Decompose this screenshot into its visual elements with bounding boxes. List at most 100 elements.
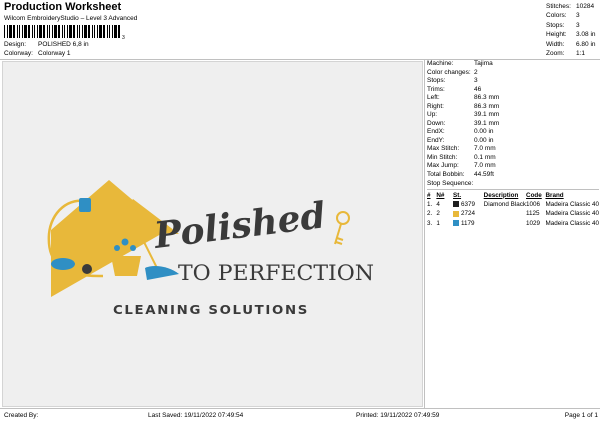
stat-value: 3.08 in: [576, 31, 596, 39]
barcode-bar: [47, 25, 48, 38]
stat-value: 3: [576, 21, 580, 29]
barcode-bar: [73, 25, 75, 38]
row-number: 2.: [427, 210, 433, 218]
barcode-bar: [79, 25, 80, 38]
machine-info-panel: Machine: Tajima Color changes: 2 Stops: 3 Trim…: [427, 60, 599, 228]
barcode-bar: [64, 25, 65, 38]
color-swatch: [453, 201, 460, 208]
barcode-bar: [43, 25, 45, 38]
barcode-bar: [109, 25, 110, 38]
machine-info-list: Machine: Tajima Color changes: 2 Stops: 3 Trim…: [427, 60, 599, 179]
col-stitches: St.: [453, 191, 462, 199]
created-by: Created By:: [4, 412, 39, 419]
row-brand: Madeira Classic 40: [545, 210, 599, 218]
bubble-icon: [114, 245, 120, 251]
stop-sequence-rows: 1. 4 6379 Diamond Black 1006 Madeira Classic …: [427, 200, 599, 229]
stat-value: 6.80 in: [576, 40, 596, 48]
machine-label: Min Stitch:: [427, 153, 458, 161]
stat-row: Stops: 3: [546, 21, 598, 31]
color-swatch: [453, 220, 460, 227]
col-description: Description: [483, 191, 519, 199]
barcode-bar: [69, 25, 72, 38]
row-code: 1006: [526, 200, 541, 208]
software-subtitle: Wilcom EmbroideryStudio – Level 3 Advanc…: [4, 15, 138, 22]
logo-script-text: Polished: [151, 194, 328, 257]
machine-value: Tajima: [474, 60, 493, 68]
barcode-bar: [88, 25, 90, 38]
machine-value: 46: [474, 85, 482, 93]
barcode-bar: [112, 25, 113, 38]
row-brand: Madeira Classic 40: [545, 219, 599, 227]
machine-label: Up:: [427, 111, 438, 119]
machine-row: Stops: 3: [427, 77, 599, 86]
machine-label: EndX:: [427, 128, 445, 136]
machine-label: Trims:: [427, 85, 445, 93]
barcode-bar: [49, 25, 50, 38]
bubble-icon: [121, 238, 129, 246]
stat-label: Stops:: [546, 21, 565, 29]
barcode-bar: [62, 25, 63, 38]
row-stitches: 2724: [453, 209, 484, 219]
barcode-bar: [22, 25, 23, 38]
machine-value: 7.0 mm: [474, 162, 496, 170]
key-icon: [334, 211, 350, 245]
barcode-bar: [58, 25, 60, 38]
key-ring: [336, 211, 350, 225]
barcode-bar: [118, 25, 120, 38]
barcode-bar: [84, 25, 87, 38]
machine-row: Trims: 46: [427, 86, 599, 95]
barcode-bar: [13, 25, 15, 38]
embroidery-design: Polished TO PERFECTION CLEANING SOLUTION…: [47, 180, 374, 317]
machine-label: Max Jump:: [427, 162, 459, 170]
bubble-icon: [130, 245, 136, 251]
logo-subtext: CLEANING SOLUTIONS: [113, 303, 309, 317]
barcode-bar: [77, 25, 78, 38]
barcode-bar: [92, 25, 93, 38]
stop-sequence-row: 3. 1 1179 1029 Madeira Classic 40: [427, 219, 599, 229]
colorway-label: Colorway:: [4, 50, 33, 57]
machine-value: 0.1 mm: [474, 153, 496, 161]
barcode-bar: [24, 25, 27, 38]
col-code: Code: [526, 191, 542, 199]
stat-row: Stitches: 10284: [546, 2, 598, 12]
stat-label: Width:: [546, 40, 565, 48]
barcode-bar: [17, 25, 18, 38]
machine-label: Right:: [427, 102, 444, 110]
machine-label: Color changes:: [427, 68, 471, 76]
machine-row: Max Jump: 7.0 mm: [427, 162, 599, 171]
house-outer: [51, 180, 168, 297]
barcode-number: 3: [122, 35, 125, 41]
row-code: 1125: [526, 210, 540, 218]
row-stitches: 6379: [453, 200, 484, 210]
colorway-value: Colorway 1: [38, 50, 71, 57]
row-number: 3.: [427, 219, 433, 227]
stat-label: Zoom:: [546, 50, 565, 58]
color-swatch: [453, 210, 460, 217]
barcode-bar: [39, 25, 42, 38]
machine-label: Total Bobbin:: [427, 170, 465, 178]
stat-label: Height:: [546, 31, 567, 39]
machine-row: EndX: 0.00 in: [427, 128, 599, 137]
page-number: Page 1 of 1: [564, 412, 598, 419]
barcode-bar: [97, 25, 98, 38]
bucket-body: [111, 256, 141, 276]
stat-value: 10284: [576, 2, 595, 10]
stop-sequence-row: 1. 4 6379 Diamond Black 1006 Madeira Classic …: [427, 200, 599, 210]
barcode-bar: [54, 25, 57, 38]
stat-label: Stitches:: [546, 2, 571, 10]
machine-value: 44.59ft: [474, 170, 494, 178]
row-needle: 2: [436, 210, 440, 218]
stop-sequence-header: # N# St. Description Code Brand: [427, 191, 599, 200]
stat-row: Colors: 3: [546, 12, 598, 22]
barcode-bar: [99, 25, 102, 38]
barcode-bar: [4, 25, 5, 38]
machine-row: Left: 86.3 mm: [427, 94, 599, 103]
vacuum-head: [51, 258, 75, 270]
machine-label: Left:: [427, 94, 440, 102]
barcode-bar: [52, 25, 53, 38]
machine-label: EndY:: [427, 136, 445, 144]
machine-value: 39.1 mm: [474, 119, 500, 127]
machine-row: Up: 39.1 mm: [427, 111, 599, 120]
machine-value: 0.00 in: [474, 136, 494, 144]
key-shaft: [334, 223, 344, 245]
